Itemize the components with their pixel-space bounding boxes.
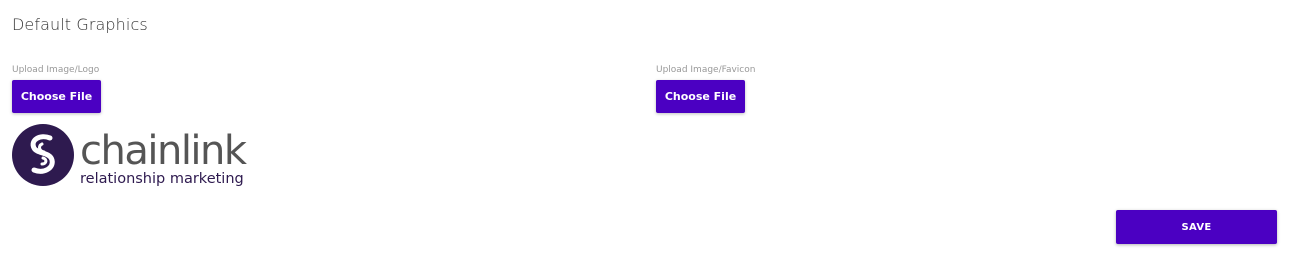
logo-tagline: relationship marketing [80,171,244,187]
choose-favicon-file-button[interactable]: Choose File [656,80,745,113]
logo-wordmark: chainlink [80,128,248,174]
default-graphics-panel: Default Graphics Upload Image/Logo Choos… [0,0,1289,256]
logo-preview: chainlink relationship marketing [12,124,254,188]
chainlink-emblem-icon [12,124,74,186]
choose-logo-file-button[interactable]: Choose File [12,80,101,113]
save-button[interactable]: SAVE [1116,210,1277,244]
favicon-upload-label: Upload Image/Favicon [656,65,756,75]
section-title: Default Graphics [12,15,148,34]
logo-upload-label: Upload Image/Logo [12,65,100,75]
